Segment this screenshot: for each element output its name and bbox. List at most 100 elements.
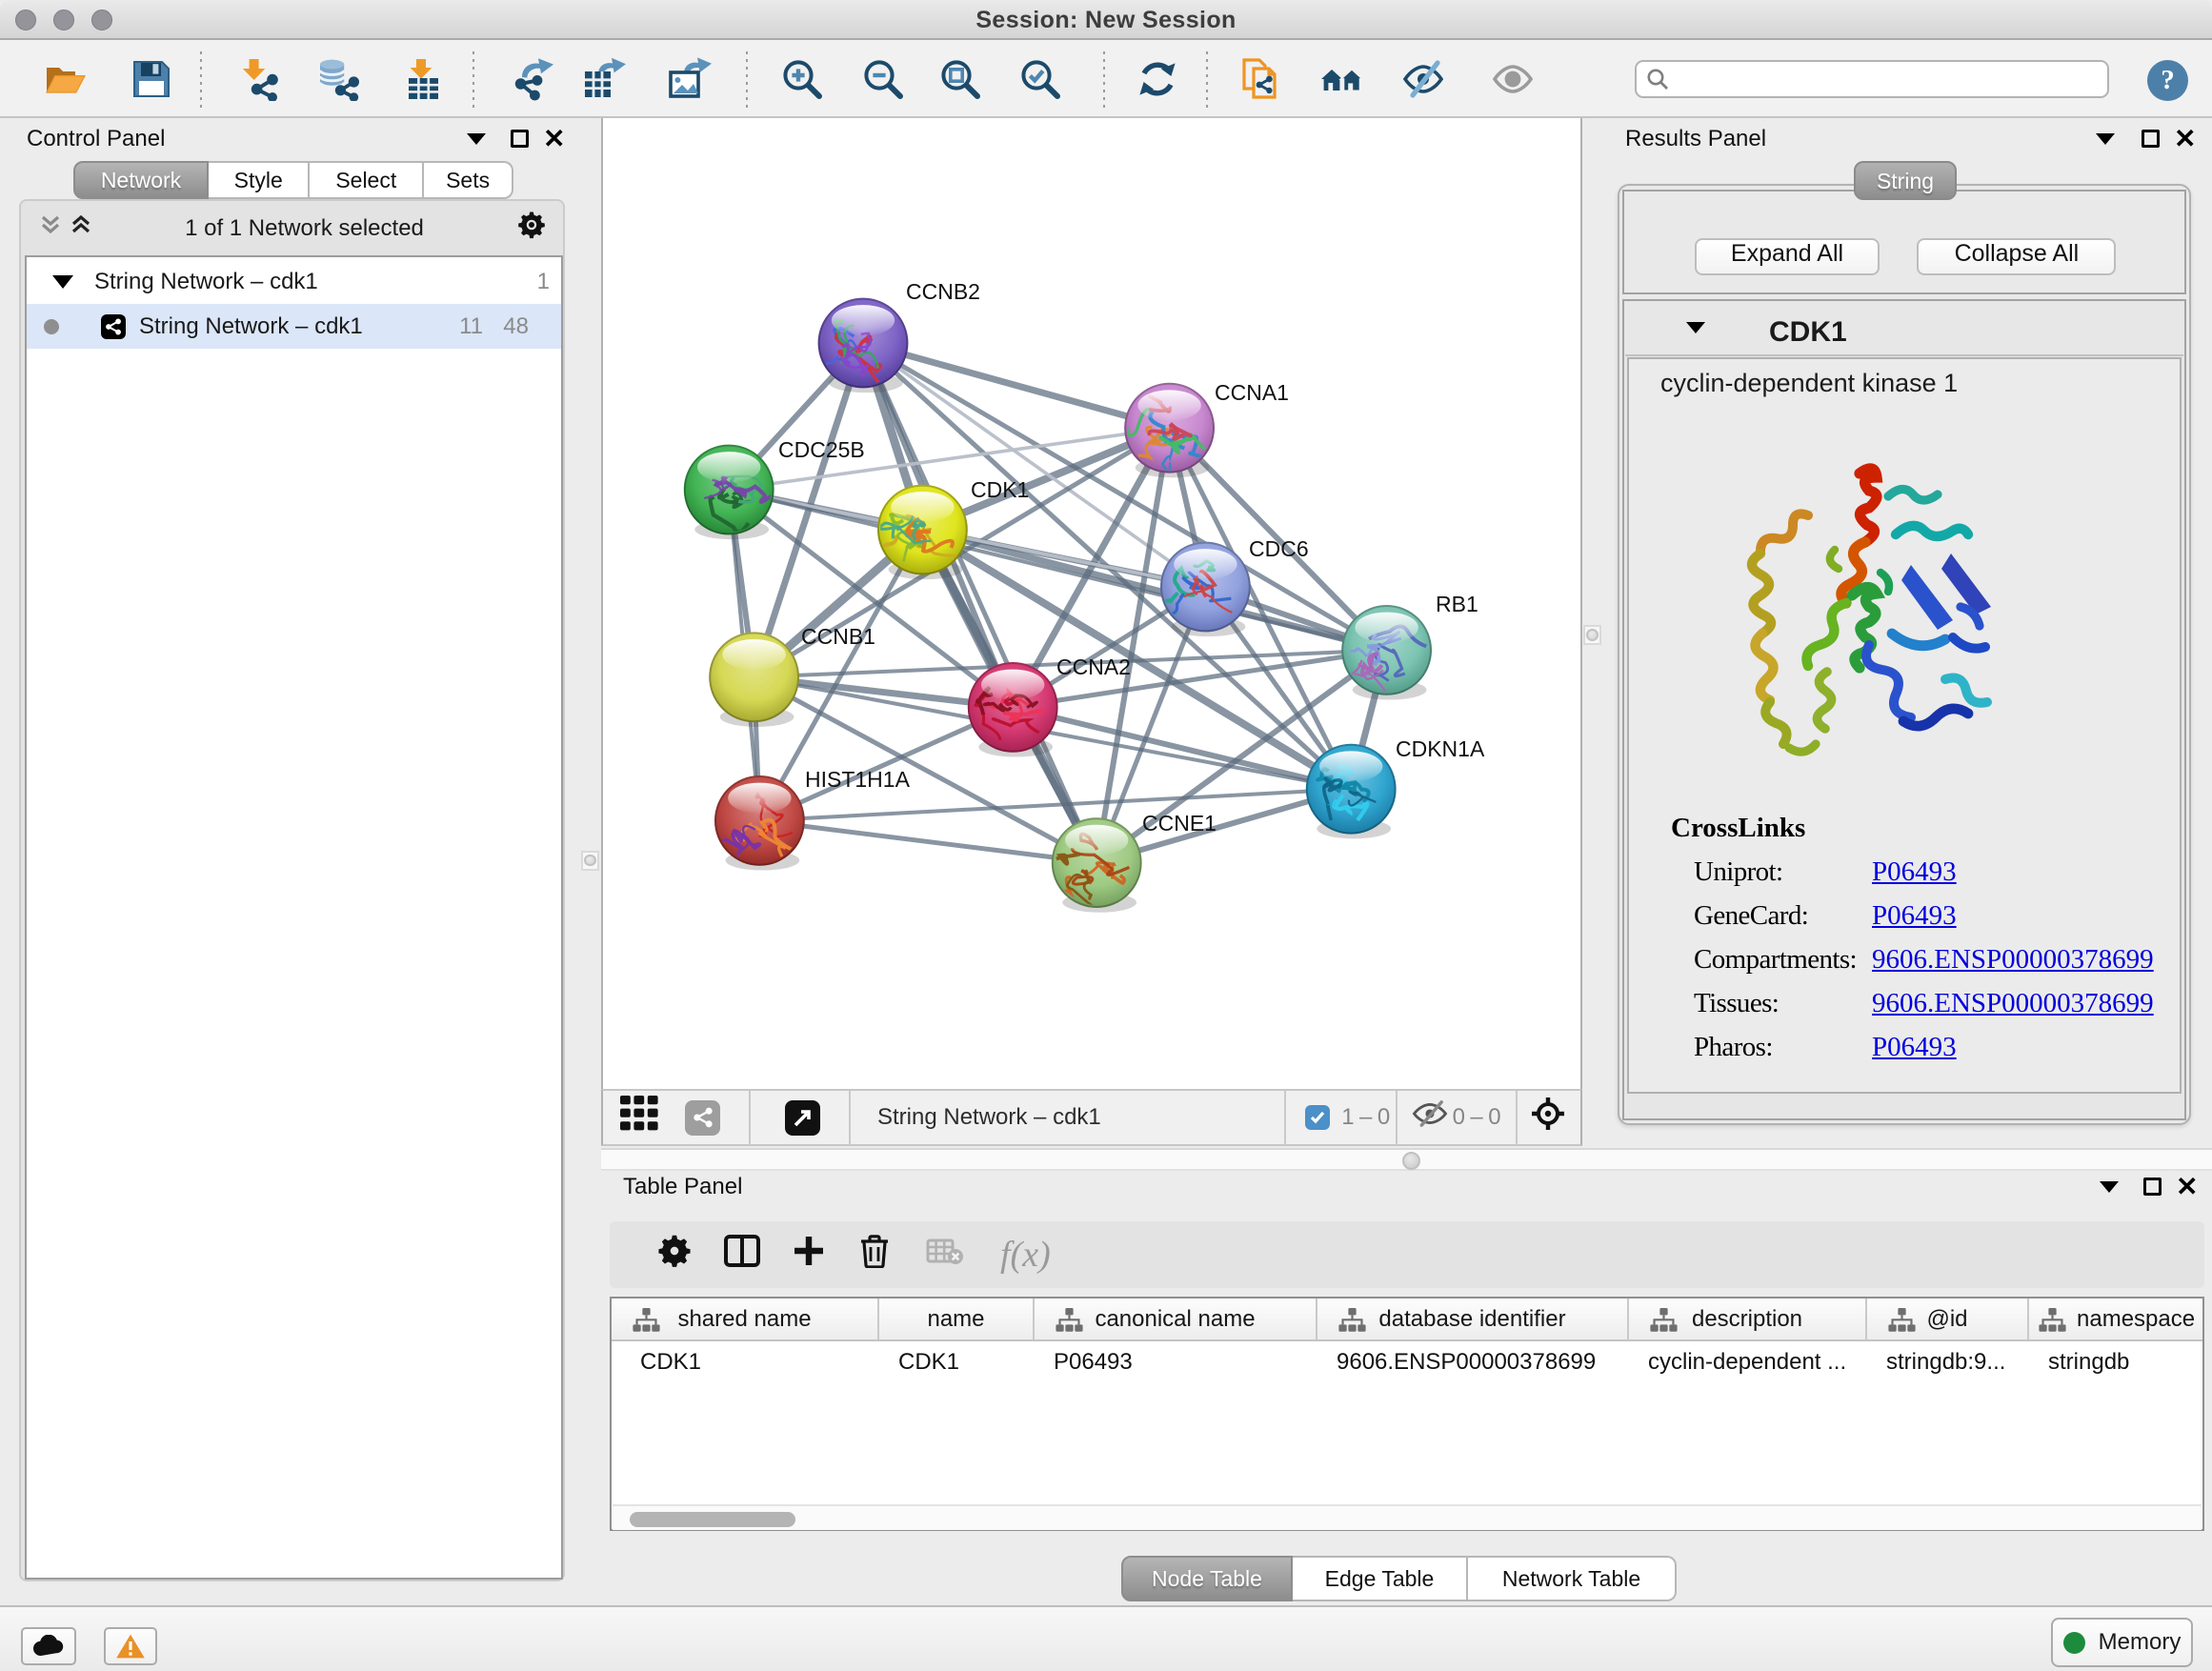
crosslink-link[interactable]: 9606.ENSP00000378699 — [1872, 988, 2154, 1019]
hidden-count: 0 – 0 — [1453, 1104, 1500, 1131]
column-label: shared name — [677, 1306, 811, 1333]
network-row-selected[interactable]: String Network – cdk1 11 48 — [27, 304, 561, 349]
table-cell: stringdb:9... — [1867, 1341, 2029, 1383]
export-image-icon[interactable] — [668, 57, 712, 101]
control-panel-menu-icon[interactable] — [467, 133, 486, 145]
toolbar-separator — [200, 51, 202, 109]
table-panel-float-icon[interactable] — [2143, 1178, 2162, 1196]
collection-count: 1 — [537, 269, 550, 295]
export-network-icon[interactable] — [512, 57, 555, 101]
control-tab-sets[interactable]: Sets — [424, 161, 513, 199]
node-label-CCNA1: CCNA1 — [1215, 380, 1289, 405]
control-tab-select[interactable]: Select — [310, 161, 424, 199]
column-header-description[interactable]: description — [1629, 1299, 1867, 1339]
network-options-gear-icon[interactable] — [517, 211, 546, 247]
tree-expand-icon[interactable] — [52, 275, 73, 289]
table-row[interactable]: CDK1CDK1P064939606.ENSP00000378699cyclin… — [612, 1341, 2202, 1383]
network-status-dot — [44, 319, 59, 334]
column-header-namespace[interactable]: namespace — [2029, 1299, 2204, 1339]
column-type-icon — [1650, 1308, 1678, 1333]
show-all-networks-icon[interactable] — [1320, 57, 1364, 101]
network-node-CDC25B[interactable] — [684, 445, 774, 540]
hide-selected-icon[interactable] — [1401, 57, 1445, 101]
column-header--id[interactable]: @id — [1867, 1299, 2029, 1339]
crosslink-link[interactable]: 9606.ENSP00000378699 — [1872, 944, 2154, 976]
birdseye-view-icon[interactable] — [620, 1096, 664, 1139]
table-tab-network-table[interactable]: Network Table — [1468, 1556, 1677, 1601]
horizontal-splitter-grip[interactable] — [1402, 1152, 1420, 1170]
column-header-canonical-name[interactable]: canonical name — [1035, 1299, 1317, 1339]
statusbar-separator — [849, 1090, 851, 1145]
warning-button[interactable] — [104, 1627, 157, 1665]
section-collapse-icon[interactable] — [1686, 322, 1705, 333]
left-splitter-grip[interactable] — [581, 851, 599, 871]
zoom-selected-icon[interactable] — [1018, 57, 1062, 101]
network-collection-row[interactable]: String Network – cdk1 1 — [27, 259, 561, 304]
zoom-out-icon[interactable] — [861, 57, 905, 101]
table-tab-node-table[interactable]: Node Table — [1121, 1556, 1293, 1601]
network-collection-label: String Network – cdk1 — [94, 269, 318, 295]
crosshair-icon[interactable] — [1531, 1097, 1565, 1138]
column-header-name[interactable]: name — [879, 1299, 1035, 1339]
scrollbar-thumb[interactable] — [630, 1512, 795, 1527]
network-node-CCNA1[interactable] — [1124, 383, 1227, 478]
cloud-icon — [32, 1635, 65, 1658]
import-network-database-icon[interactable] — [315, 57, 359, 101]
network-node-CCNA2[interactable] — [968, 662, 1058, 757]
table-panel-menu-icon[interactable] — [2100, 1181, 2119, 1193]
table-horizontal-scrollbar[interactable] — [613, 1504, 2202, 1530]
crosslink-link[interactable]: P06493 — [1872, 900, 1957, 932]
control-tab-network[interactable]: Network — [73, 161, 209, 199]
network-node-CCNE1[interactable] — [1052, 817, 1142, 913]
results-panel-close-icon[interactable]: ✕ — [2174, 130, 2196, 149]
network-node-HIST1H1A[interactable] — [714, 775, 805, 871]
column-header-database-identifier[interactable]: database identifier — [1317, 1299, 1629, 1339]
crosslink-link[interactable]: P06493 — [1872, 1032, 1957, 1063]
control-panel-close-icon[interactable]: ✕ — [543, 130, 565, 149]
select-columns-icon[interactable] — [724, 1235, 760, 1275]
show-selected-icon[interactable] — [1491, 57, 1535, 101]
expand-all-button[interactable]: Expand All — [1695, 238, 1880, 275]
table-panel-tabs: Node TableEdge TableNetwork Table — [1121, 1556, 1677, 1601]
help-button[interactable]: ? — [2147, 60, 2188, 101]
cloud-button[interactable] — [21, 1627, 76, 1665]
delete-column-icon[interactable] — [859, 1234, 890, 1276]
delete-table-icon[interactable] — [926, 1237, 964, 1273]
open-in-window-icon[interactable] — [785, 1100, 820, 1136]
network-edge[interactable] — [759, 820, 1096, 862]
network-node-CCNB1[interactable] — [709, 632, 799, 727]
table-tab-edge-table[interactable]: Edge Table — [1293, 1556, 1468, 1601]
export-table-icon[interactable] — [582, 57, 626, 101]
network-node-RB1[interactable] — [1341, 605, 1432, 700]
column-header-shared-name[interactable]: shared name — [612, 1299, 879, 1339]
selected-checkbox-icon[interactable] — [1305, 1105, 1330, 1130]
string-share-icon[interactable] — [685, 1100, 720, 1136]
import-network-file-icon[interactable] — [238, 57, 282, 101]
zoom-in-icon[interactable] — [780, 57, 824, 101]
right-splitter-grip[interactable] — [1583, 625, 1601, 645]
save-session-icon[interactable] — [130, 57, 173, 101]
open-file-icon[interactable] — [44, 57, 88, 101]
network-view-canvas[interactable]: CCNB2CCNA1CDC25BCDK1CDC6RB1CCNB1CCNA2CDK… — [601, 118, 1582, 1089]
results-panel-menu-icon[interactable] — [2096, 133, 2115, 145]
node-label-HIST1H1A: HIST1H1A — [805, 767, 911, 792]
import-table-file-icon[interactable] — [399, 57, 443, 101]
zoom-fit-icon[interactable] — [938, 57, 982, 101]
control-panel-float-icon[interactable] — [511, 130, 529, 148]
crosslink-link[interactable]: P06493 — [1872, 856, 1957, 888]
search-input[interactable] — [1669, 64, 2107, 94]
control-tab-style[interactable]: Style — [209, 161, 310, 199]
memory-button[interactable]: Memory — [2051, 1618, 2193, 1667]
clone-network-icon[interactable] — [1238, 57, 1282, 101]
column-type-icon — [633, 1308, 660, 1333]
function-builder-icon[interactable]: f(x) — [1000, 1234, 1051, 1276]
results-panel-float-icon[interactable] — [2142, 130, 2160, 148]
table-panel-close-icon[interactable]: ✕ — [2176, 1178, 2198, 1197]
collapse-all-button[interactable]: Collapse All — [1917, 238, 2116, 275]
results-tab-string[interactable]: String — [1854, 161, 1958, 200]
table-toolbar: f(x) — [610, 1221, 2204, 1288]
network-node-CDKN1A[interactable] — [1306, 744, 1397, 839]
add-column-icon[interactable] — [793, 1235, 825, 1275]
apply-layout-icon[interactable] — [1136, 57, 1179, 101]
table-settings-gear-icon[interactable] — [657, 1234, 692, 1276]
